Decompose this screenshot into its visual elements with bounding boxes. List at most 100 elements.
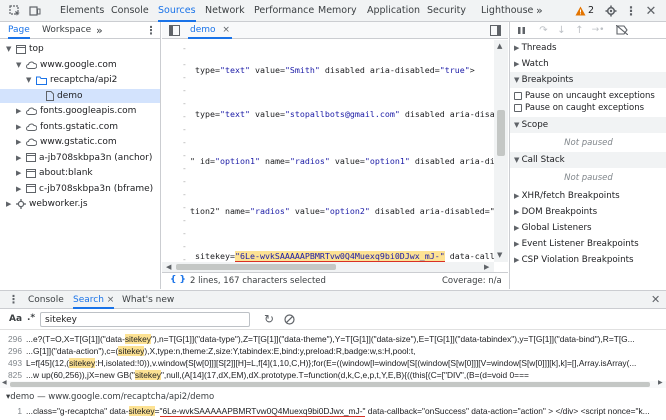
results-scroll-thumb[interactable] — [10, 382, 650, 387]
pause-uncaught-checkbox[interactable]: Pause on uncaught exceptions — [514, 90, 655, 102]
navigator-menu-icon[interactable]: ⋮ — [146, 24, 157, 37]
tree-item[interactable]: ▼ recaptcha/api2 — [0, 73, 160, 87]
tab-memory[interactable]: Memory — [318, 0, 357, 22]
tree-item[interactable]: ▶ a-jb708skbpa3n (anchor) — [0, 151, 160, 165]
tree-item[interactable]: ▼ www.google.com — [0, 58, 160, 72]
collapsed-arrow-icon[interactable]: ▶ — [16, 135, 23, 149]
drawer-tab-whats-new[interactable]: What's new — [122, 291, 174, 309]
scroll-up-icon[interactable]: ▲ — [497, 42, 502, 50]
code-line[interactable]: sitekey="6Le-wvkSAAAAAPBMRTvw0Q4Muexq9bi… — [190, 250, 494, 262]
code-line[interactable]: tion2" name="radios" value="option2" dis… — [190, 205, 494, 217]
code-line[interactable]: type="text" value="stopallbots@gmail.com… — [190, 108, 494, 120]
section-watch[interactable]: ▶ Watch — [510, 56, 666, 72]
pause-icon[interactable] — [516, 25, 527, 36]
tab-workspace[interactable]: Workspace — [42, 22, 91, 39]
search-result-row[interactable]: 296 ...G[1]]("data-action"),c=(sitekey),X… — [0, 345, 666, 357]
tree-item[interactable]: ▶ www.gstatic.com — [0, 135, 160, 149]
refresh-icon[interactable]: ↻ — [262, 312, 276, 326]
section-global-listeners[interactable]: ▶ Global Listeners — [510, 220, 666, 236]
search-result-row[interactable]: 825 ...w up(60,256)),jX=new GB("sitekey",… — [0, 369, 666, 381]
horizontal-scrollbar[interactable]: ◀ ▶ — [162, 262, 494, 272]
drawer-tab-search[interactable]: Search × — [73, 291, 115, 309]
pause-caught-checkbox[interactable]: Pause on caught exceptions — [514, 102, 644, 114]
more-tabs-button[interactable]: » — [536, 0, 543, 22]
more-options-icon[interactable]: ⋮ — [625, 4, 637, 18]
tab-network[interactable]: Network — [205, 0, 245, 22]
file-tab-demo[interactable]: demo × — [188, 22, 232, 39]
section-breakpoints[interactable]: ▼ Breakpoints — [510, 72, 666, 88]
scroll-thumb[interactable] — [497, 110, 505, 156]
tab-application[interactable]: Application — [367, 0, 420, 22]
toggle-debugger-icon[interactable] — [489, 24, 502, 37]
scroll-right-icon[interactable]: ▶ — [484, 262, 489, 272]
more-navigator-tabs[interactable]: » — [96, 22, 103, 39]
scroll-down-icon[interactable]: ▼ — [497, 251, 502, 259]
tree-item[interactable]: ▶ webworker.js — [0, 197, 160, 211]
scroll-left-icon[interactable]: ◀ — [166, 262, 171, 272]
collapsed-arrow-icon[interactable]: ▶ — [6, 197, 13, 211]
tree-item[interactable]: ▶ fonts.googleapis.com — [0, 104, 160, 118]
collapsed-arrow-icon[interactable]: ▶ — [16, 120, 23, 134]
close-tab-icon[interactable]: × — [222, 25, 230, 35]
match-case-button[interactable]: Aa — [9, 314, 22, 324]
tab-performance[interactable]: Performance — [254, 0, 314, 22]
search-result-row[interactable]: 296 ...e?(T=O,X=T[G[1]]("data-sitekey"),n… — [0, 333, 666, 345]
tab-sources[interactable]: Sources — [158, 0, 196, 22]
step-icon[interactable]: →• — [592, 24, 605, 36]
collapsed-arrow-icon[interactable]: ▶ — [16, 166, 23, 180]
drawer-menu-icon[interactable]: ⋮ — [8, 293, 19, 306]
code-line[interactable]: type="text" value="Smith" disabled aria-… — [190, 64, 475, 76]
section-csp-violation-breakpoints[interactable]: ▶ CSP Violation Breakpoints — [510, 252, 666, 268]
collapsed-arrow-icon[interactable]: ▶ — [16, 151, 23, 165]
step-over-icon[interactable]: ↷ — [538, 24, 549, 36]
section-threads[interactable]: ▶ Threads — [510, 40, 666, 56]
tree-item[interactable]: ▶ fonts.gstatic.com — [0, 120, 160, 134]
collapsed-arrow-icon[interactable]: ▶ — [16, 182, 23, 196]
expanded-arrow-icon[interactable]: ▼ — [6, 42, 13, 56]
step-into-icon[interactable]: ↓ — [556, 24, 567, 36]
tab-console[interactable]: Console — [111, 0, 149, 22]
close-devtools-icon[interactable]: ✕ — [644, 4, 658, 19]
code-line[interactable]: " id="option1" name="radios" value="opti… — [190, 155, 494, 167]
close-tab-icon[interactable]: × — [107, 295, 115, 305]
close-drawer-icon[interactable]: ✕ — [651, 293, 660, 306]
expanded-arrow-icon[interactable]: ▼ — [26, 73, 33, 87]
results-h-scrollbar[interactable]: ◀ ▶ — [0, 379, 666, 388]
tab-lighthouse[interactable]: Lighthouse — [481, 0, 533, 22]
tree-item[interactable]: ▼ top — [0, 42, 160, 56]
deactivate-breakpoints-icon[interactable] — [616, 24, 628, 36]
warning-icon[interactable] — [574, 5, 586, 17]
search-result-row[interactable]: 493 L=f[45](12,(sitekey:H,isolated:!0)),v… — [0, 357, 666, 369]
tree-item[interactable]: ▶ c-jb708skbpa3n (bframe) — [0, 182, 160, 196]
tab-elements[interactable]: Elements — [60, 0, 104, 22]
checkbox-box[interactable] — [514, 92, 522, 100]
clear-search-icon[interactable] — [282, 312, 296, 326]
tab-page[interactable]: Page — [8, 22, 30, 39]
expanded-arrow-icon[interactable]: ▼ — [16, 58, 23, 72]
search-input[interactable]: sitekey — [40, 312, 250, 327]
pretty-print-icon[interactable]: { } — [170, 275, 186, 285]
device-toolbar-icon[interactable] — [28, 4, 42, 18]
collapsed-arrow-icon[interactable]: ▶ — [16, 104, 23, 118]
tree-item[interactable]: demo — [0, 88, 160, 103]
section-scope[interactable]: ▼ Scope — [510, 117, 666, 133]
result-line-number: 493 — [8, 358, 22, 368]
checkbox-box[interactable] — [514, 104, 522, 112]
regex-button[interactable]: .* — [27, 313, 35, 323]
toggle-navigator-icon[interactable] — [168, 24, 181, 37]
settings-gear-icon[interactable] — [604, 4, 618, 18]
inspect-element-icon[interactable] — [8, 4, 22, 18]
drawer-tab-console[interactable]: Console — [28, 291, 64, 309]
step-out-icon[interactable]: ↑ — [574, 24, 585, 36]
tree-item[interactable]: ▶ about:blank — [0, 166, 160, 180]
code-area[interactable]: ----------------- type="text" value="Smi… — [162, 40, 494, 262]
section-dom-breakpoints[interactable]: ▶ DOM Breakpoints — [510, 204, 666, 220]
search-result-row[interactable]: 1 ...class="g-recaptcha" data-sitekey="6L… — [0, 405, 666, 417]
section-event-listener-breakpoints[interactable]: ▶ Event Listener Breakpoints — [510, 236, 666, 252]
tab-security[interactable]: Security — [427, 0, 466, 22]
vertical-scrollbar[interactable]: ▲ ▼ — [494, 40, 508, 262]
section-xhr-fetch-breakpoints[interactable]: ▶ XHR/fetch Breakpoints — [510, 188, 666, 204]
h-scroll-thumb[interactable] — [176, 264, 336, 270]
section-call-stack[interactable]: ▼ Call Stack — [510, 152, 666, 168]
result-file-group[interactable]: ▾demo — www.google.com/recaptcha/api2/de… — [6, 391, 214, 403]
